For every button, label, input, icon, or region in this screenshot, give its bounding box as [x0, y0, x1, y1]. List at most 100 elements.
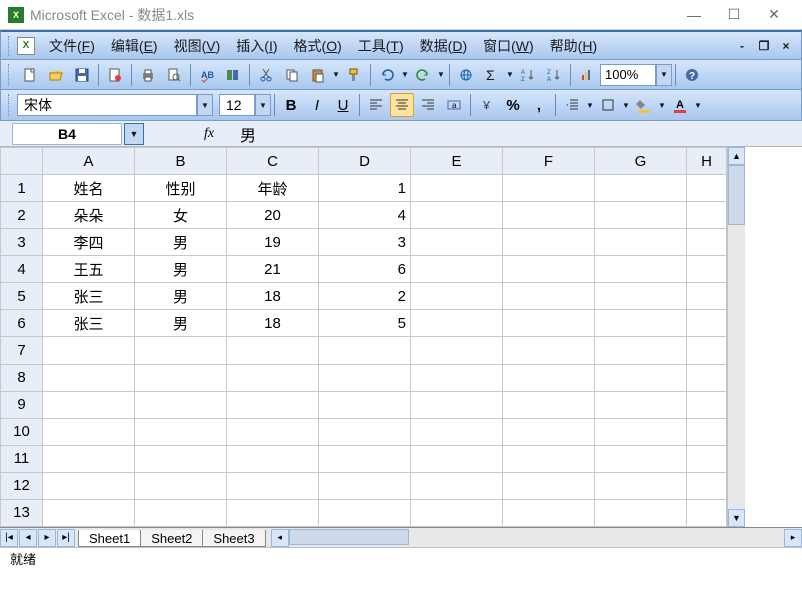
menu-item[interactable]: 帮助(H)	[542, 35, 605, 57]
menu-item[interactable]: 数据(D)	[412, 35, 475, 57]
borders-dropdown[interactable]: ▼	[621, 101, 631, 110]
gripper-icon[interactable]	[8, 94, 14, 116]
cell[interactable]	[687, 337, 727, 364]
zoom-box[interactable]: 100%	[600, 64, 656, 86]
indent-dropdown[interactable]: ▼	[585, 101, 595, 110]
cell[interactable]	[687, 202, 727, 229]
cell[interactable]	[319, 445, 411, 472]
cell[interactable]	[135, 364, 227, 391]
sheet-tab[interactable]: Sheet2	[140, 530, 203, 547]
open-icon[interactable]	[44, 63, 68, 87]
cell[interactable]: 男	[135, 310, 227, 337]
menu-item[interactable]: 插入(I)	[228, 35, 285, 57]
cell[interactable]	[411, 310, 503, 337]
cell[interactable]	[411, 418, 503, 445]
cell[interactable]	[135, 499, 227, 526]
cell[interactable]	[319, 391, 411, 418]
cell[interactable]	[411, 445, 503, 472]
copy-icon[interactable]	[280, 63, 304, 87]
row-header[interactable]: 1	[1, 175, 43, 202]
scroll-thumb[interactable]	[289, 529, 409, 545]
cell[interactable]	[503, 283, 595, 310]
cell[interactable]: 18	[227, 283, 319, 310]
font-size-box[interactable]: 12	[219, 94, 255, 116]
scroll-right-button[interactable]: ▸	[784, 529, 802, 547]
column-header[interactable]: B	[135, 148, 227, 175]
cell[interactable]	[227, 364, 319, 391]
cell[interactable]	[595, 175, 687, 202]
tab-prev-button[interactable]: ◂	[19, 529, 37, 547]
column-header[interactable]: A	[43, 148, 135, 175]
cell[interactable]: 5	[319, 310, 411, 337]
cell[interactable]	[227, 445, 319, 472]
cell[interactable]: 18	[227, 310, 319, 337]
cell[interactable]	[411, 472, 503, 499]
autosum-icon[interactable]: Σ	[480, 63, 504, 87]
cell[interactable]	[319, 418, 411, 445]
cell[interactable]	[411, 391, 503, 418]
menu-item[interactable]: 文件(F)	[41, 35, 103, 57]
research-icon[interactable]	[221, 63, 245, 87]
cell[interactable]	[595, 391, 687, 418]
cell[interactable]	[595, 337, 687, 364]
cell[interactable]	[411, 202, 503, 229]
redo-dropdown[interactable]: ▼	[436, 70, 446, 79]
cell[interactable]	[411, 229, 503, 256]
name-box-dropdown[interactable]: ▼	[124, 123, 144, 145]
sort-asc-icon[interactable]: AZ	[516, 63, 540, 87]
menu-item[interactable]: 编辑(E)	[103, 35, 166, 57]
cell[interactable]	[687, 256, 727, 283]
bold-button[interactable]: B	[279, 93, 303, 117]
cell[interactable]	[503, 499, 595, 526]
column-header[interactable]: D	[319, 148, 411, 175]
cell[interactable]: 姓名	[43, 175, 135, 202]
cell[interactable]	[687, 175, 727, 202]
cell[interactable]	[227, 391, 319, 418]
cell[interactable]: 4	[319, 202, 411, 229]
tab-first-button[interactable]: |◂	[0, 529, 18, 547]
fx-icon[interactable]: fx	[204, 126, 224, 142]
permission-icon[interactable]	[103, 63, 127, 87]
row-header[interactable]: 6	[1, 310, 43, 337]
cell[interactable]: 性别	[135, 175, 227, 202]
scroll-thumb[interactable]	[728, 165, 745, 225]
cell[interactable]: 李四	[43, 229, 135, 256]
scroll-track[interactable]	[728, 225, 745, 509]
cell[interactable]	[227, 337, 319, 364]
row-header[interactable]: 11	[1, 445, 43, 472]
sort-desc-icon[interactable]: ZA	[542, 63, 566, 87]
font-color-dropdown[interactable]: ▼	[693, 101, 703, 110]
cell[interactable]	[687, 445, 727, 472]
new-icon[interactable]	[18, 63, 42, 87]
cell[interactable]: 朵朵	[43, 202, 135, 229]
scroll-left-button[interactable]: ◂	[271, 529, 289, 547]
workbook-icon[interactable]: X	[17, 37, 35, 55]
cell[interactable]	[687, 418, 727, 445]
cell[interactable]	[595, 445, 687, 472]
cell[interactable]	[135, 472, 227, 499]
cell[interactable]	[135, 391, 227, 418]
row-header[interactable]: 4	[1, 256, 43, 283]
cell[interactable]	[595, 418, 687, 445]
cell[interactable]	[595, 283, 687, 310]
cell[interactable]	[503, 445, 595, 472]
tab-last-button[interactable]: ▸|	[57, 529, 75, 547]
formula-bar[interactable]: 男	[234, 122, 256, 146]
column-header[interactable]: C	[227, 148, 319, 175]
comma-button[interactable]: ,	[527, 93, 551, 117]
doc-restore-button[interactable]: ❐	[755, 38, 773, 54]
cell[interactable]	[411, 283, 503, 310]
cell[interactable]: 女	[135, 202, 227, 229]
gripper-icon[interactable]	[8, 64, 14, 86]
cell[interactable]	[227, 499, 319, 526]
cell[interactable]	[319, 337, 411, 364]
cell[interactable]: 20	[227, 202, 319, 229]
cell[interactable]	[595, 202, 687, 229]
sheet-tab[interactable]: Sheet1	[78, 530, 141, 547]
sheet-tab[interactable]: Sheet3	[202, 530, 265, 547]
cell[interactable]	[135, 337, 227, 364]
cell[interactable]: 年龄	[227, 175, 319, 202]
cell[interactable]: 2	[319, 283, 411, 310]
row-header[interactable]: 3	[1, 229, 43, 256]
cell[interactable]	[43, 499, 135, 526]
